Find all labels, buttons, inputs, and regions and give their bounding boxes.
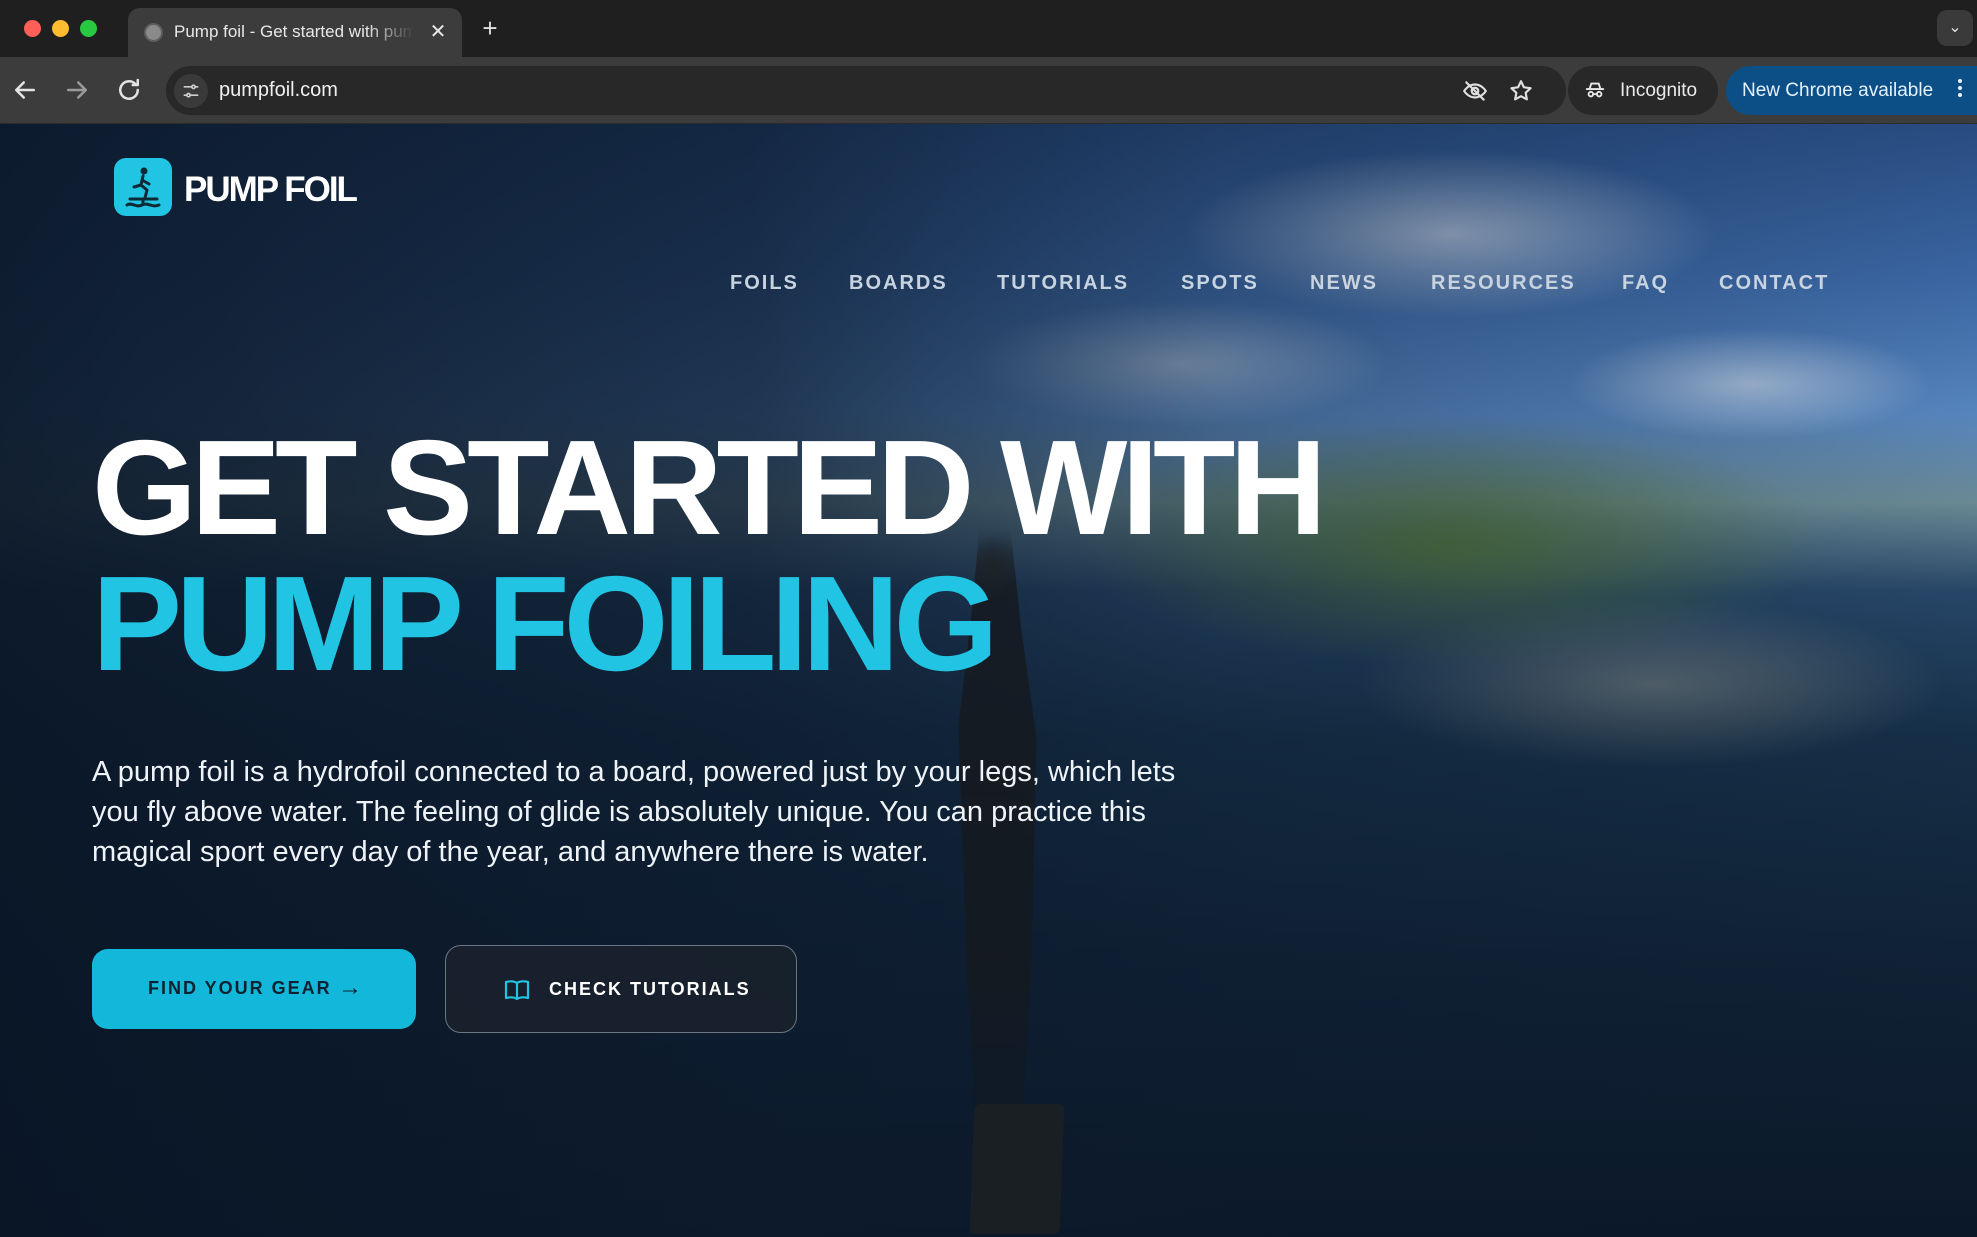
new-tab-button[interactable]: + [476,14,504,42]
browser-tab-active[interactable]: Pump foil - Get started with pump foilin… [128,8,462,57]
open-book-icon [504,978,530,1002]
window-close-button[interactable] [24,20,41,37]
pump-foil-rider-icon [114,158,172,216]
browser-tab-strip: Pump foil - Get started with pump foilin… [0,0,1977,57]
nav-link-boards[interactable]: BOARDS [849,272,948,295]
arrow-right-icon: → [338,974,362,1001]
site-header: PUMP FOIL FOILS BOARDS TUTORIALS SPOTS N… [0,124,1977,294]
incognito-icon [1585,82,1605,98]
bookmark-star-icon[interactable] [1508,78,1534,104]
window-zoom-button[interactable] [80,20,97,37]
tab-close-icon[interactable]: ✕ [426,20,450,44]
check-tutorials-label: CHECK TUTORIALS [549,979,751,999]
browser-toolbar: pumpfoil.com Incognito New Chrome availa… [0,57,1977,124]
nav-link-faq[interactable]: FAQ [1622,272,1669,295]
tab-title: Pump foil - Get started with pump foilin… [174,22,414,41]
incognito-indicator[interactable]: Incognito [1568,66,1718,115]
nav-link-spots[interactable]: SPOTS [1181,272,1259,295]
update-label: New Chrome available [1742,80,1934,101]
globe-icon [144,23,163,42]
new-chrome-available-button[interactable]: New Chrome available [1726,66,1977,115]
forward-arrow-icon[interactable] [62,75,92,105]
hero-title-line1: GET STARTED WITH [92,412,1327,563]
check-tutorials-button[interactable]: CHECK TUTORIALS [445,945,797,1033]
nav-link-resources[interactable]: RESOURCES [1431,272,1576,295]
tab-search-chevron-icon[interactable]: ⌄ [1937,10,1973,46]
hero-description: A pump foil is a hydrofoil connected to … [92,756,1176,868]
nav-link-news[interactable]: NEWS [1310,272,1378,295]
more-vert-icon[interactable] [1955,76,1965,104]
nav-link-foils[interactable]: FOILS [730,272,799,295]
hero-title-line2: PUMP FOILING [92,548,999,699]
hero-section: PUMP FOIL FOILS BOARDS TUTORIALS SPOTS N… [0,124,1977,1237]
logo-text: PUMP FOIL [184,170,358,209]
site-info-tune-icon[interactable] [174,74,208,108]
eye-off-icon[interactable] [1462,78,1488,104]
window-minimize-button[interactable] [52,20,69,37]
back-arrow-icon[interactable] [10,75,40,105]
find-your-gear-button[interactable]: FIND YOUR GEAR → [92,949,416,1029]
url-text[interactable]: pumpfoil.com [219,79,338,102]
address-bar[interactable]: pumpfoil.com [166,66,1566,115]
hero-title: GET STARTED WITH PUMP FOILING [92,420,1592,692]
reload-icon[interactable] [114,75,144,105]
hero-background-board [969,1104,1065,1234]
nav-link-contact[interactable]: CONTACT [1719,272,1829,295]
nav-link-tutorials[interactable]: TUTORIALS [997,272,1129,295]
find-your-gear-label: FIND YOUR GEAR [148,978,332,998]
incognito-label: Incognito [1620,80,1698,101]
